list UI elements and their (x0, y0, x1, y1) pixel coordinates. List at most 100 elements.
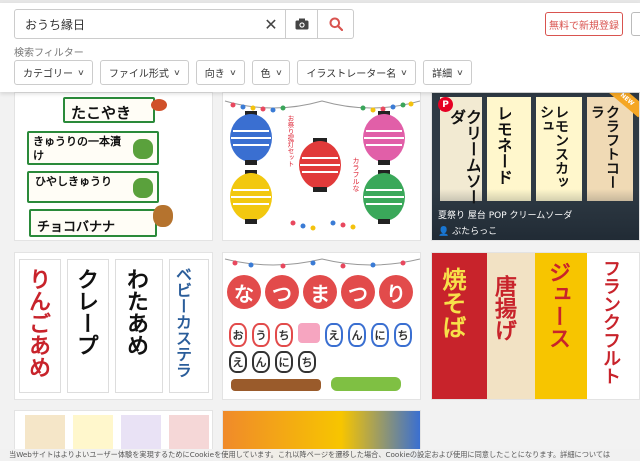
filter-label: ファイル形式 (108, 69, 169, 80)
result-tile[interactable]: な つ ま つ り お う ち え ん に ち え ん に ち (222, 252, 421, 400)
banner: りんごあめ (19, 259, 61, 393)
fan-letter: な (227, 275, 261, 309)
search-button[interactable] (318, 9, 354, 39)
chevron-down-icon: ∨ (400, 68, 408, 77)
filter-label: 詳細 (432, 69, 453, 80)
chevron-down-icon: ∨ (172, 68, 181, 77)
banner: ジュース (535, 253, 587, 399)
result-tile[interactable]: りんごあめ クレープ わたあめ ベビーカステラ (14, 252, 213, 400)
lantern-letter: に (371, 323, 389, 347)
result-tile[interactable]: たこやき きゅうりの一本漬け ひやしきゅうり チョコバナナ (14, 92, 213, 241)
banner-text: 焼そば (438, 267, 467, 339)
label-text: ひやしきゅうり (35, 175, 112, 188)
search-icon (329, 17, 343, 31)
tile-title[interactable]: 夏祭り 屋台 POP クリームソーダ (438, 208, 572, 221)
header: おうち縁日 ✕ 無料で新規登録 検索フィルター カテゴリー ∨ ファイル形式 ∨ 向… (0, 3, 640, 92)
filter-title: 検索フィルター (14, 48, 84, 59)
lantern-letter: ん (348, 323, 366, 347)
lantern-letter: う (252, 323, 270, 347)
cucumber-illustration (331, 377, 401, 391)
filter-bar: カテゴリー ∨ ファイル形式 ∨ 向き ∨ 色 ∨ イラストレーター名 ∨ 詳細 ∨ (14, 60, 472, 85)
banner: ベビーカステラ (169, 259, 209, 393)
lantern-letter: え (325, 323, 343, 347)
filter-label: イラストレーター名 (306, 69, 397, 80)
banner: 唐揚げ (487, 253, 535, 399)
banner-text: りんごあめ (25, 268, 51, 378)
chevron-down-icon: ∨ (274, 68, 283, 77)
banner-text: ジュース (545, 261, 571, 349)
lantern-letter: に (275, 351, 293, 373)
camera-icon (295, 18, 308, 30)
user-icon: 👤 (438, 227, 450, 237)
result-tile[interactable]: お祭り提灯セット カラフルな (222, 92, 421, 241)
lantern-letter: お (229, 323, 247, 347)
cucumber-illustration (133, 139, 153, 159)
sign-text: レモネード (495, 105, 511, 185)
monkey-illustration (153, 205, 173, 227)
filter-details[interactable]: 詳細 ∨ (423, 60, 472, 85)
lantern-letter: ん (252, 351, 270, 373)
chevron-down-icon: ∨ (77, 68, 85, 77)
filter-color[interactable]: 色 ∨ (251, 60, 291, 85)
sign-text: レモンスカッシュ (538, 105, 568, 189)
lantern-row: え ん に ち (229, 351, 316, 373)
camera-search-button[interactable] (286, 9, 318, 39)
chevron-down-icon: ∨ (456, 68, 464, 77)
filter-label: 向き (204, 69, 225, 80)
sign-text: クラフトコーラ (589, 105, 619, 189)
banner: フランクフルト (587, 253, 639, 399)
banner: 焼そば (432, 253, 487, 399)
filter-label: カテゴリー (23, 69, 73, 80)
cookie-notice: 当Webサイトはよりよいユーザー体験を実現するためにCookieを使用しています… (0, 449, 640, 461)
login-button[interactable] (631, 12, 640, 36)
fan-letter: つ (265, 275, 299, 309)
label-text: チョコバナナ (37, 220, 116, 235)
sign-banner: クラフトコーラ (587, 97, 633, 201)
filter-orientation[interactable]: 向き ∨ (195, 60, 245, 85)
caption-right: カラフルな (352, 157, 360, 192)
label-text: たこやき (71, 104, 132, 122)
author-name: ぶたらっこ (452, 227, 498, 237)
label-card: きゅうりの一本漬け (27, 131, 159, 165)
cucumber-illustration (133, 178, 153, 198)
skewer-illustration (231, 379, 321, 391)
label-card: チョコバナナ (29, 205, 173, 237)
fan-letter: ま (303, 275, 337, 309)
filter-illustrator[interactable]: イラストレーター名 ∨ (297, 60, 417, 85)
label-card: ひやしきゅうり (27, 171, 159, 203)
chevron-down-icon: ∨ (228, 68, 237, 77)
lantern-letter: え (229, 351, 247, 373)
shaved-ice-illustration (298, 323, 320, 343)
sign-banner: クリームソーダ (440, 97, 482, 205)
label-text: きゅうりの一本漬け (33, 135, 121, 162)
fan-letter: り (379, 275, 413, 309)
result-tile[interactable]: クリームソーダ レモネード レモンスカッシュ クラフトコーラ P NEW 夏祭り… (431, 92, 640, 241)
caption-left: お祭り提灯セット (286, 115, 294, 167)
pinterest-icon[interactable]: P (438, 97, 453, 112)
takoyaki-illustration (151, 99, 167, 111)
result-tile[interactable]: 焼そば 唐揚げ ジュース フランクフルト (431, 252, 640, 400)
lantern-letter: ち (394, 323, 412, 347)
filter-label: 色 (260, 69, 271, 80)
filter-category[interactable]: カテゴリー ∨ (14, 60, 93, 85)
banner-text: クレープ (73, 268, 99, 356)
banner: クレープ (67, 259, 109, 393)
lantern-letter: ち (298, 351, 316, 373)
banner-text: フランクフルト (600, 259, 621, 385)
sign-banner: レモンスカッシュ (536, 97, 582, 201)
filter-file-format[interactable]: ファイル形式 ∨ (99, 60, 189, 85)
lantern-row: お う ち え ん に ち (229, 323, 412, 347)
register-button[interactable]: 無料で新規登録 (545, 12, 623, 36)
banner: わたあめ (115, 259, 163, 393)
fan-letter: つ (341, 275, 375, 309)
lantern-letter: ち (275, 323, 293, 347)
tile-author[interactable]: 👤 ぶたらっこ (438, 224, 497, 237)
fan-row: な つ ま つ り (227, 275, 413, 309)
banner-text: ベビーカステラ (173, 266, 192, 378)
sign-banner: レモネード (487, 97, 531, 201)
clear-icon[interactable]: ✕ (257, 10, 285, 38)
search-query: おうち縁日 (25, 17, 86, 32)
banner-text: 唐揚げ (491, 275, 517, 341)
search-input[interactable]: おうち縁日 ✕ (14, 9, 286, 39)
lanterns-illustration (224, 100, 420, 231)
